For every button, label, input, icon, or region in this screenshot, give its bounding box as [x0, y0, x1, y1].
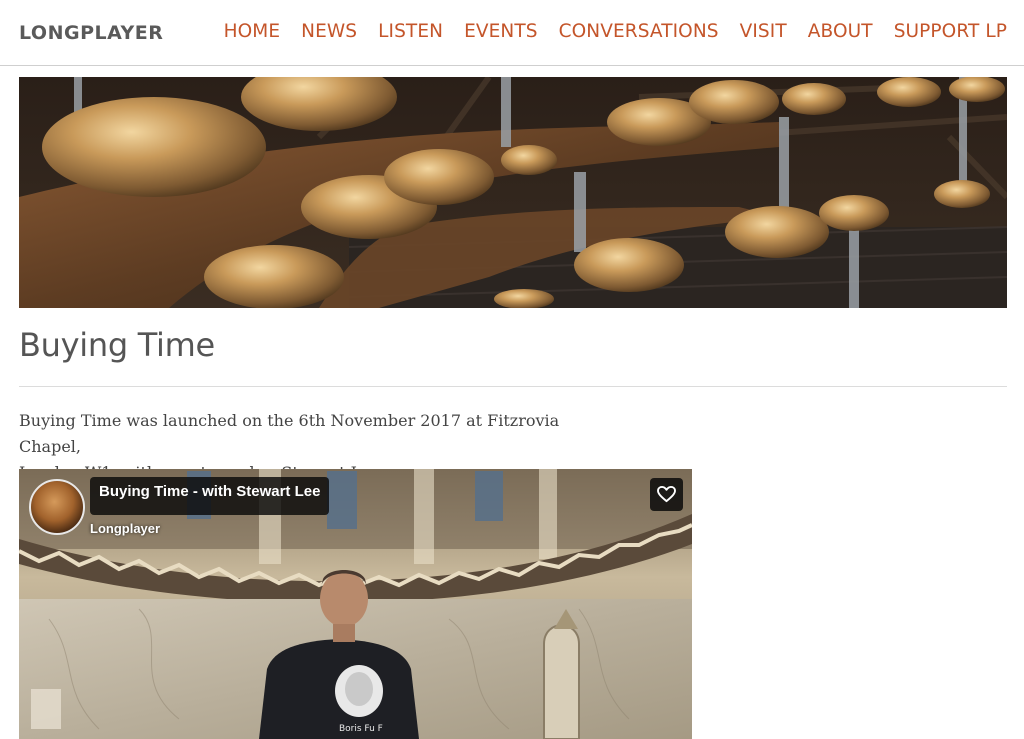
title-divider: [19, 386, 1007, 387]
channel-avatar[interactable]: [29, 479, 85, 535]
shirt-text: Boris Fu F: [339, 724, 383, 734]
nav-support-lp[interactable]: SUPPORT LP: [894, 21, 1007, 42]
nav-news[interactable]: NEWS: [301, 21, 357, 42]
channel-name[interactable]: Longplayer: [90, 521, 160, 536]
video-title[interactable]: Buying Time - with Stewart Lee: [90, 477, 330, 515]
singing-bowls-photo: [19, 77, 1007, 308]
page-title: Buying Time: [19, 326, 215, 364]
site-logo[interactable]: LONGPLAYER: [19, 22, 163, 44]
video-player[interactable]: Boris Fu F Buying Time - with Stewart Le…: [19, 469, 692, 739]
main-nav: HOME NEWS LISTEN EVENTS CONVERSATIONS VI…: [203, 21, 1007, 42]
site-header: LONGPLAYER HOME NEWS LISTEN EVENTS CONVE…: [0, 0, 1024, 66]
hero-image: [19, 77, 1007, 308]
nav-conversations[interactable]: CONVERSATIONS: [559, 21, 719, 42]
nav-listen[interactable]: LISTEN: [378, 21, 443, 42]
intro-line-1: Buying Time was launched on the 6th Nove…: [19, 411, 560, 456]
nav-events[interactable]: EVENTS: [464, 21, 538, 42]
nav-home[interactable]: HOME: [224, 21, 281, 42]
nav-about[interactable]: ABOUT: [808, 21, 873, 42]
nav-visit[interactable]: VISIT: [740, 21, 787, 42]
heart-icon: [657, 486, 676, 503]
like-button[interactable]: [650, 478, 683, 511]
